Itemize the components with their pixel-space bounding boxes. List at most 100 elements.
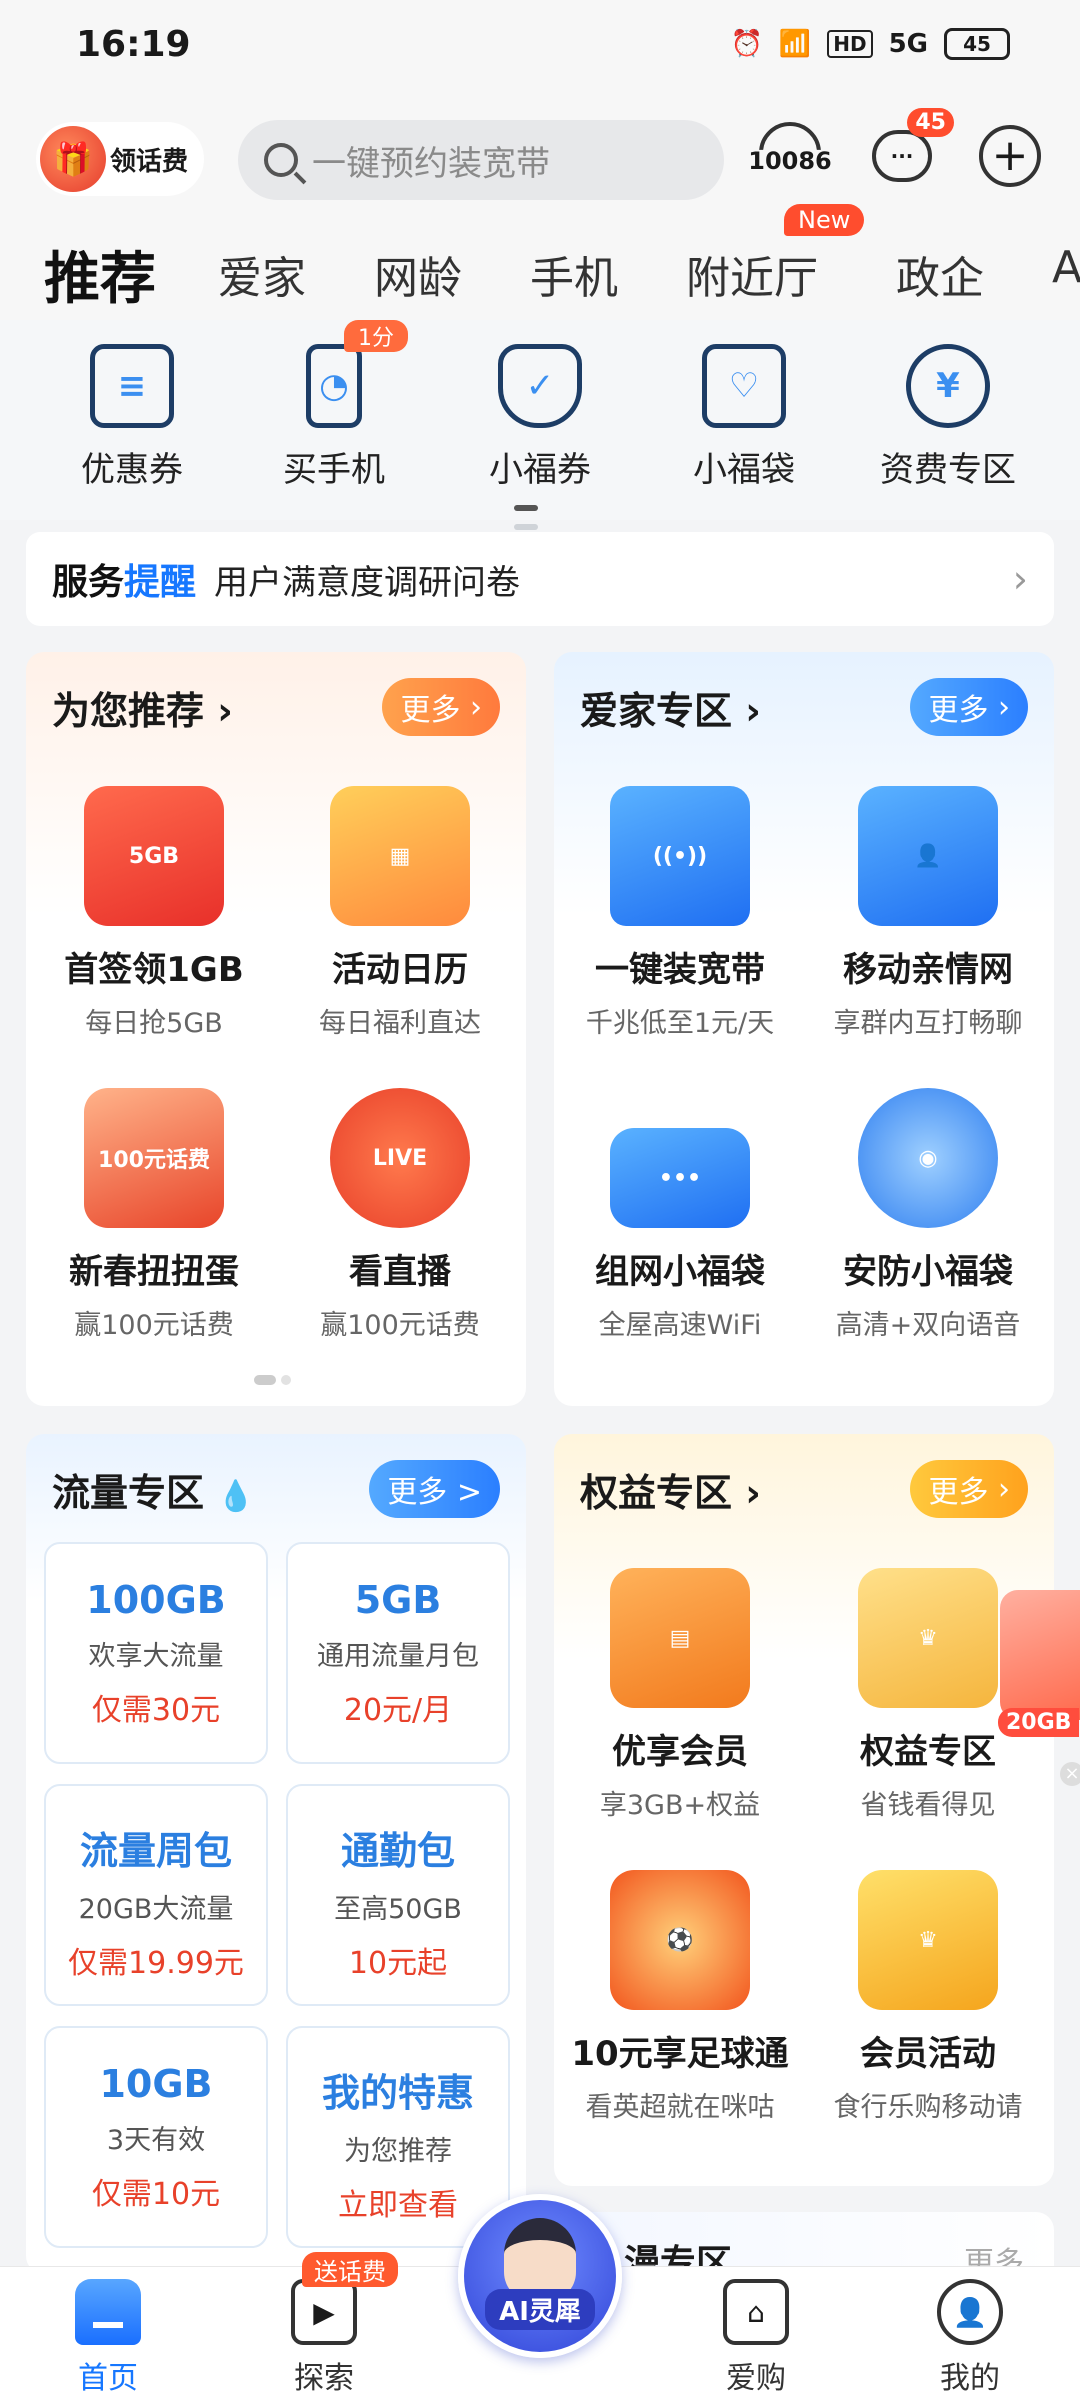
flow-value: 通勤包 [340,1829,455,1873]
item-subtitle: 高清+双向语音 [835,1310,1021,1341]
nav-label: 爱购 [726,2361,786,2396]
rights-item[interactable]: ♛ 会员活动 食行乐购移动请 [808,1870,1048,2124]
home-icon [75,2279,141,2345]
recommend-item[interactable]: LIVE 看直播 赢100元话费 [280,1088,520,1342]
flow-desc: 20GB大流量 [78,1894,234,1925]
item-title: 安防小福袋 [843,1252,1013,1292]
nav-home[interactable]: 首页 [38,2279,178,2397]
hotline-button[interactable]: 10086 [748,120,832,192]
ai-assistant-button[interactable]: AI灵犀 [458,2194,622,2358]
quick-item-buy-phone[interactable]: ◔ 买手机 [254,344,414,491]
flow-item[interactable]: 通勤包 至高50GB 10元起 [286,1784,510,2006]
quick-item-coupon[interactable]: ≡ 优惠券 [52,344,212,491]
nav-mine[interactable]: 👤 我的 [900,2279,1040,2397]
tab-more[interactable]: A [1052,242,1080,293]
item-title: 会员活动 [860,2034,996,2074]
item-subtitle: 享群内互打畅聊 [833,1008,1023,1039]
recommend-item[interactable]: 100元话费 新春扭扭蛋 赢100元话费 [34,1088,274,1342]
nav-explore[interactable]: ▶ 探索 [254,2279,394,2397]
home-zone-card: 爱家专区 › 更多 › ((•)) 一键装宽带 千兆低至1元/天 👤 移动亲情网… [554,652,1054,1406]
app-header: 🎁 领话费 一键预约装宽带 10086 ··· 45 + 推荐 爱家 网龄 手机… [0,100,1080,320]
flow-item[interactable]: 流量周包 20GB大流量 仅需19.99元 [44,1784,268,2006]
battery-level: 45 [963,32,991,56]
quick-item-label: 资费专区 [880,450,1016,490]
item-subtitle: 每日福利直达 [319,1008,481,1039]
recommend-item[interactable]: ▦ 活动日历 每日福利直达 [280,786,520,1040]
tab-recommend[interactable]: 推荐 [44,234,156,315]
user-icon: 👤 [937,2279,1003,2345]
home-item[interactable]: ••• 组网小福袋 全屋高速WiFi [560,1088,800,1342]
more-button[interactable]: 更多 › [910,678,1028,736]
flow-desc: 通用流量月包 [317,1641,479,1672]
recommend-item[interactable]: 5GB 首签领1GB 每日抢5GB [34,786,274,1040]
home-item[interactable]: ◉ 安防小福袋 高清+双向语音 [808,1088,1048,1342]
new-badge: New [784,204,865,236]
item-subtitle: 省钱看得见 [860,1790,996,1821]
reminder-prefix-highlight: 提醒 [124,562,197,603]
page-indicator [514,496,566,530]
tab-phone[interactable]: 手机 [530,242,618,306]
tab-nearby-hall[interactable]: 附近厅 [686,242,818,306]
service-reminder[interactable]: 服务 提醒 用户满意度调研问卷 › [26,532,1054,626]
rights-item[interactable]: ⚽ 10元享足球通 看英超就在咪咕 [560,1870,800,2124]
quick-item-label: 小福券 [489,450,591,490]
search-input[interactable]: 一键预约装宽带 [238,120,724,200]
tab-gov-enterprise[interactable]: 政企 [896,242,984,306]
flow-item[interactable]: 10GB 3天有效 仅需10元 [44,2026,268,2248]
message-button[interactable]: ··· 45 [866,108,954,192]
item-title: 首签领1GB [64,950,244,990]
recommend-card: 为您推荐 › 更多 › 5GB 首签领1GB 每日抢5GB ▦ 活动日历 每日福… [26,652,526,1406]
more-button[interactable]: 更多 › [382,678,500,736]
flow-item[interactable]: 100GB 欢享大流量 仅需30元 [44,1542,268,1764]
close-icon[interactable]: × [1060,1762,1080,1786]
fu-bag-icon: ♡ [702,344,786,428]
camera-icon: ◉ [858,1088,998,1228]
flow-desc: 3天有效 [106,2125,206,2156]
reminder-text: 用户满意度调研问卷 [214,562,521,603]
ling-fee-label: 领话费 [110,146,189,177]
tab-network-age[interactable]: 网龄 [374,242,462,306]
quick-item-tariff[interactable]: ¥ 资费专区 [868,344,1028,491]
wifi-house-icon: ((•)) [610,786,750,926]
gift-tag: 送话费 [302,2252,398,2287]
quick-item-fu-bag[interactable]: ♡ 小福袋 [664,344,824,491]
flow-item[interactable]: 我的特惠 为您推荐 立即查看 [286,2026,510,2248]
flow-value: 流量周包 [79,1829,232,1873]
rights-zone-card: 权益专区 › 更多 › ▤ 优享会员 享3GB+权益 ♛ 权益专区 省钱看得见 … [554,1434,1054,2186]
wifi-icon: 📶 [778,29,812,59]
more-button[interactable]: 更多 > [369,1460,500,1518]
home-item[interactable]: 👤 移动亲情网 享群内互打畅聊 [808,786,1048,1040]
ling-fee-button[interactable]: 🎁 领话费 [36,122,204,196]
floating-promo[interactable] [1000,1590,1080,1720]
plus-icon: + [979,125,1041,187]
item-title: 新春扭扭蛋 [69,1252,239,1292]
more-button[interactable]: 更多 › [910,1460,1028,1518]
hotline-label: 10086 [748,147,832,175]
tab-home[interactable]: 爱家 [218,242,306,306]
item-subtitle: 千兆低至1元/天 [585,1008,775,1039]
quick-item-fu-coupon[interactable]: ✓ 小福券 [460,344,620,491]
ai-label: AI灵犀 [485,2289,595,2330]
category-tabs: 推荐 爱家 网龄 手机 附近厅 政企 A [0,228,1080,318]
flow-value: 5GB [354,1578,442,1622]
item-subtitle: 享3GB+权益 [599,1790,761,1821]
flow-price: 仅需30元 [91,1693,221,1728]
item-subtitle: 赢100元话费 [74,1310,234,1341]
add-button[interactable]: + [974,120,1046,192]
quick-entry-row: ≡ 优惠券 ◔ 买手机 1分 ✓ 小福券 ♡ 小福袋 ¥ 资费专区 [0,320,1080,530]
card-title[interactable]: 为您推荐 › [52,680,233,735]
message-icon: ··· [872,130,932,182]
card-title[interactable]: 流量专区 💧 [52,1462,255,1517]
card-title[interactable]: 权益专区 › [580,1462,761,1517]
capsule-toy-icon: 100元话费 [84,1088,224,1228]
flow-item[interactable]: 5GB 通用流量月包 20元/月 [286,1542,510,1764]
coupon-icon: ≡ [90,344,174,428]
flow-value: 10GB [99,2062,213,2106]
rights-item[interactable]: ▤ 优享会员 享3GB+权益 [560,1568,800,1822]
card-title[interactable]: 爱家专区 › [580,680,761,735]
family-house-icon: 👤 [858,786,998,926]
reminder-prefix: 服务 [52,562,125,603]
nav-shop[interactable]: ⌂ 爱购 [686,2279,826,2397]
home-item[interactable]: ((•)) 一键装宽带 千兆低至1元/天 [560,786,800,1040]
battery-icon: 45 [944,28,1010,60]
